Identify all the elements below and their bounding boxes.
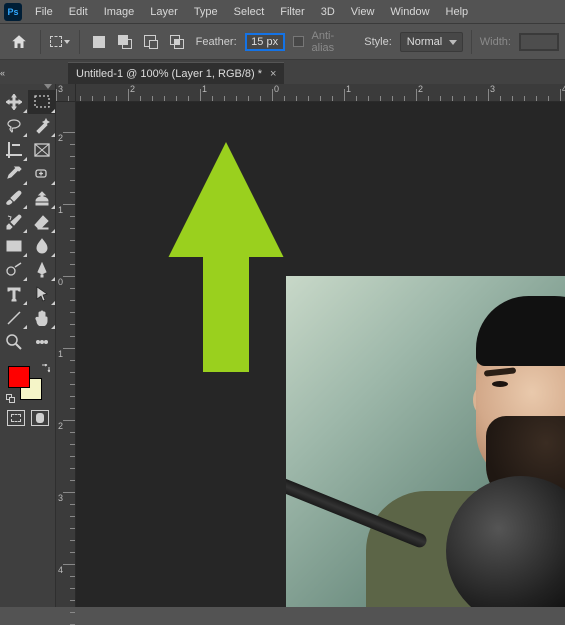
style-label: Style:	[364, 36, 392, 48]
zoom-tool[interactable]	[0, 330, 28, 354]
menu-image[interactable]: Image	[97, 3, 142, 21]
menu-type[interactable]: Type	[187, 3, 225, 21]
document-tab-bar: Untitled-1 @ 100% (Layer 1, RGB/8) * ×	[0, 60, 565, 84]
divider	[79, 30, 80, 54]
add-to-selection-icon[interactable]	[114, 31, 136, 53]
type-tool[interactable]	[0, 282, 28, 306]
foreground-color[interactable]	[8, 366, 30, 388]
antialias-label: Anti-alias	[312, 30, 357, 54]
style-select[interactable]: Normal	[400, 32, 463, 52]
blur-tool[interactable]	[28, 234, 56, 258]
menu-layer[interactable]: Layer	[143, 3, 185, 21]
divider	[471, 30, 472, 54]
dodge-tool[interactable]	[0, 258, 28, 282]
selection-mode-group	[88, 31, 188, 53]
feather-label: Feather:	[196, 36, 237, 48]
line-tool[interactable]	[0, 306, 28, 330]
annotation-arrow-icon	[166, 142, 286, 372]
menu-filter[interactable]: Filter	[273, 3, 311, 21]
collapse-handle-icon[interactable]: «	[0, 68, 10, 78]
divider	[40, 30, 41, 54]
gradient-tool[interactable]	[0, 234, 28, 258]
menu-3d[interactable]: 3D	[314, 3, 342, 21]
width-label: Width:	[480, 36, 511, 48]
document-tab[interactable]: Untitled-1 @ 100% (Layer 1, RGB/8) * ×	[68, 62, 284, 84]
standard-mode-icon[interactable]	[7, 410, 25, 426]
menu-view[interactable]: View	[344, 3, 382, 21]
workspace: 32101234 2101234	[56, 84, 565, 607]
path-selection-tool[interactable]	[28, 282, 56, 306]
app-logo: Ps	[4, 3, 22, 21]
intersect-selection-icon[interactable]	[166, 31, 188, 53]
canvas[interactable]	[76, 102, 565, 607]
screen-mode-row	[0, 410, 55, 426]
close-tab-button[interactable]: ×	[270, 68, 276, 80]
tools-panel	[0, 84, 56, 607]
feather-input[interactable]	[245, 33, 285, 51]
frame-tool[interactable]	[28, 138, 56, 162]
home-icon	[10, 33, 28, 51]
crop-tool[interactable]	[0, 138, 28, 162]
chevron-down-icon	[449, 40, 457, 45]
antialias-checkbox[interactable]	[293, 36, 304, 47]
ruler-vertical[interactable]: 2101234	[56, 102, 76, 607]
menu-help[interactable]: Help	[439, 3, 476, 21]
panel-grip-icon[interactable]	[44, 84, 52, 89]
options-bar: Feather: Anti-alias Style: Normal Width:	[0, 24, 565, 60]
document-tab-title: Untitled-1 @ 100% (Layer 1, RGB/8) *	[76, 68, 262, 80]
move-tool[interactable]	[0, 90, 28, 114]
menu-window[interactable]: Window	[383, 3, 436, 21]
lasso-tool[interactable]	[0, 114, 28, 138]
magic-wand-tool[interactable]	[28, 114, 56, 138]
default-colors-icon[interactable]	[6, 394, 16, 404]
quick-mask-mode-icon[interactable]	[31, 410, 49, 426]
new-selection-icon[interactable]	[88, 31, 110, 53]
pen-tool[interactable]	[28, 258, 56, 282]
menu-edit[interactable]: Edit	[62, 3, 95, 21]
menu-bar: Ps File Edit Image Layer Type Select Fil…	[0, 0, 565, 24]
clone-stamp-tool[interactable]	[28, 186, 56, 210]
eyedropper-tool[interactable]	[0, 162, 28, 186]
document-image	[286, 276, 565, 607]
edit-toolbar-button[interactable]	[28, 330, 56, 354]
hand-tool[interactable]	[28, 306, 56, 330]
subtract-from-selection-icon[interactable]	[140, 31, 162, 53]
style-value: Normal	[407, 36, 442, 48]
color-swatches	[6, 364, 50, 404]
main-area: «	[0, 84, 565, 607]
eraser-tool[interactable]	[28, 210, 56, 234]
rectangular-marquee-tool[interactable]	[28, 90, 56, 114]
width-input	[519, 33, 559, 51]
current-tool-marquee-icon[interactable]	[49, 31, 71, 53]
menu-file[interactable]: File	[28, 3, 60, 21]
brush-tool[interactable]	[0, 186, 28, 210]
swap-colors-icon[interactable]	[40, 364, 50, 374]
ruler-horizontal[interactable]: 32101234	[76, 84, 565, 102]
home-button[interactable]	[6, 29, 32, 55]
healing-brush-tool[interactable]	[28, 162, 56, 186]
history-brush-tool[interactable]	[0, 210, 28, 234]
menu-select[interactable]: Select	[227, 3, 272, 21]
